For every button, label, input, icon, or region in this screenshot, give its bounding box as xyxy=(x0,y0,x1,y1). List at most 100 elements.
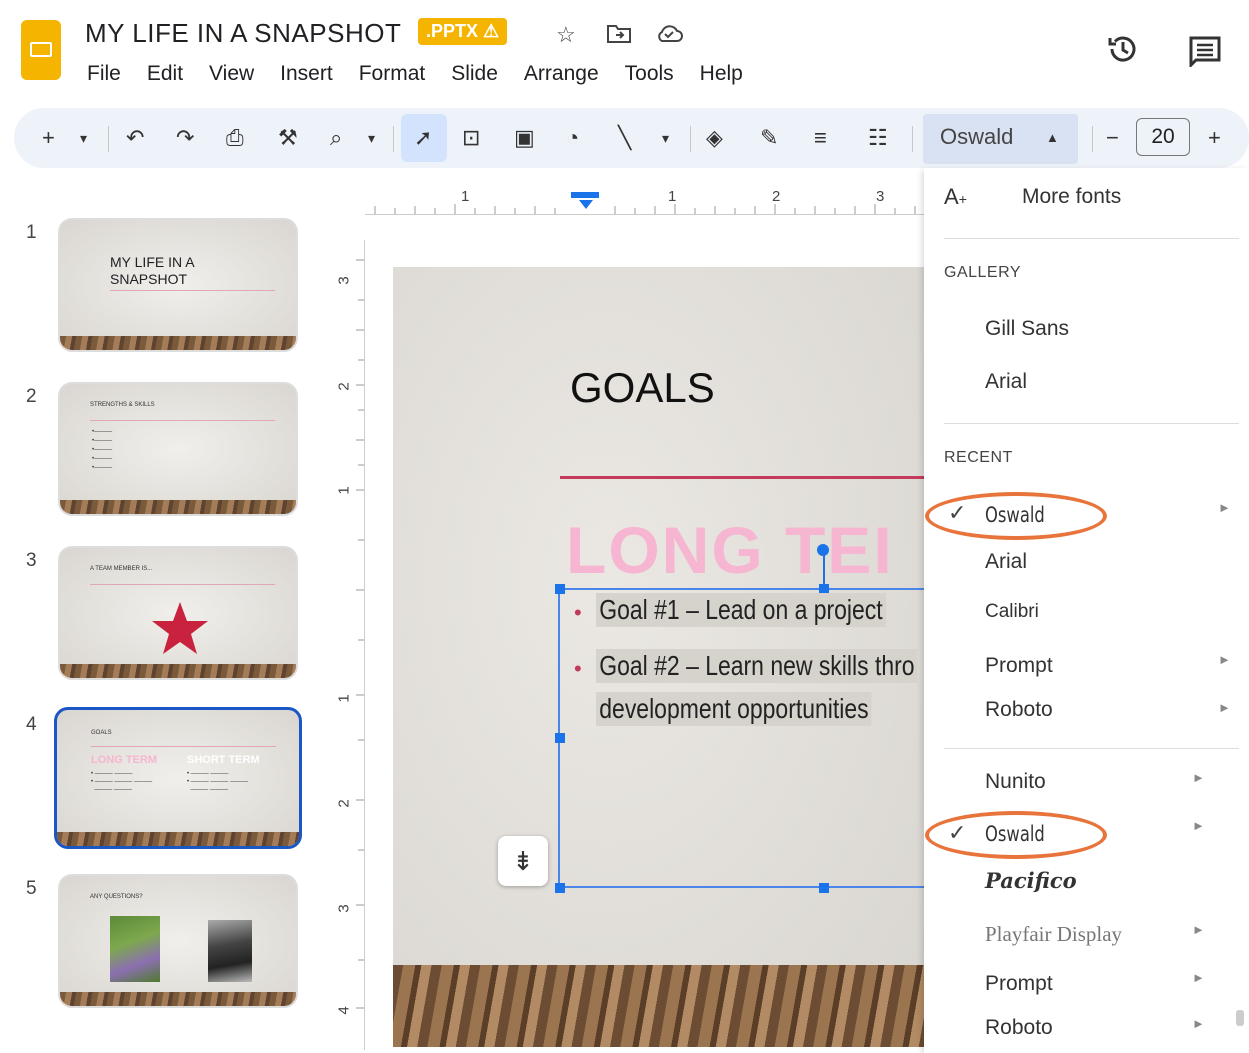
recent-font-prompt[interactable]: Prompt xyxy=(985,654,1053,678)
cloud-status-icon[interactable] xyxy=(654,22,684,50)
font-item-gill-sans[interactable]: Gill Sans xyxy=(985,317,1069,341)
toolbar-divider xyxy=(912,126,913,152)
undo-icon[interactable]: ↶ xyxy=(126,124,144,152)
border-weight-icon[interactable]: ≡ xyxy=(814,124,827,152)
bullet-goal-2-continued[interactable]: development opportunities xyxy=(596,692,872,726)
slide-number: 1 xyxy=(26,222,37,243)
bullet-goal-2[interactable]: Goal #2 – Learn new skills thro xyxy=(596,649,918,683)
menu-divider xyxy=(944,423,1239,424)
zoom-dropdown-icon[interactable]: ▾ xyxy=(368,124,375,152)
thumb-title: STRENGTHS & SKILLS xyxy=(90,402,155,408)
border-color-icon[interactable]: ✎ xyxy=(760,124,778,152)
thumb-floor xyxy=(60,664,296,678)
slide-thumbnail-3[interactable]: A TEAM MEMBER IS... xyxy=(58,546,298,680)
menu-insert[interactable]: Insert xyxy=(280,62,333,86)
recent-font-arial[interactable]: Arial xyxy=(985,550,1027,574)
bullet-goal-1[interactable]: Goal #1 – Lead on a project xyxy=(596,593,886,627)
thumb-floor xyxy=(57,832,299,846)
redo-icon[interactable]: ↷ xyxy=(176,124,194,152)
document-title[interactable]: MY LIFE IN A SNAPSHOT xyxy=(85,18,401,49)
font-item-prompt[interactable]: Prompt xyxy=(985,972,1053,996)
toolbar-divider xyxy=(108,126,109,152)
text-box-icon[interactable]: ⊡ xyxy=(462,124,480,152)
thumb-bullets-left: • ——— ——— • ——— ——— ——— ——— ——— xyxy=(91,771,153,793)
menu-divider xyxy=(944,748,1239,749)
slide-thumbnail-4[interactable]: GOALS LONG TERM SHORT TERM • ——— ——— • ——… xyxy=(54,707,302,849)
ruler-h-tick: 1 xyxy=(461,188,470,205)
selected-text-box[interactable] xyxy=(558,588,925,888)
menu-slide[interactable]: Slide xyxy=(451,62,498,86)
line-dropdown-icon[interactable]: ▾ xyxy=(662,124,669,152)
submenu-arrow-icon: ► xyxy=(1192,1016,1205,1031)
toolbar-divider xyxy=(393,126,394,152)
bullet-dot: • xyxy=(574,656,582,681)
font-item-nunito[interactable]: Nunito xyxy=(985,770,1046,794)
menu-divider xyxy=(944,238,1239,239)
slide-title-rule xyxy=(560,476,925,479)
version-history-icon[interactable] xyxy=(1106,32,1140,71)
menu-tools[interactable]: Tools xyxy=(625,62,674,86)
recent-heading: RECENT xyxy=(944,449,1013,466)
select-cursor-icon[interactable]: ➚ xyxy=(414,124,432,152)
fill-color-icon[interactable]: ◈ xyxy=(706,124,723,152)
menu-help[interactable]: Help xyxy=(700,62,743,86)
highlight-circle xyxy=(925,492,1107,540)
font-item-playfair-display[interactable]: Playfair Display xyxy=(985,922,1122,947)
increase-font-size-icon[interactable]: + xyxy=(1208,124,1221,152)
menu-view[interactable]: View xyxy=(209,62,254,86)
ruler-v-tick: 3 xyxy=(335,904,353,913)
menu-file[interactable]: File xyxy=(87,62,121,86)
resize-handle[interactable] xyxy=(555,883,565,893)
autofit-options-icon[interactable]: ⇟ xyxy=(498,836,548,886)
new-slide-dropdown-icon[interactable]: ▾ xyxy=(80,124,87,152)
line-icon[interactable]: ╲ xyxy=(618,124,631,152)
menu-edit[interactable]: Edit xyxy=(147,62,183,86)
paint-format-icon[interactable]: ⚒ xyxy=(278,124,298,152)
star-icon[interactable]: ☆ xyxy=(556,22,576,48)
zoom-icon[interactable]: ⌕ xyxy=(330,124,342,152)
font-item-arial[interactable]: Arial xyxy=(985,370,1027,394)
menu-format[interactable]: Format xyxy=(359,62,426,86)
resize-handle[interactable] xyxy=(555,733,565,743)
thumb-title: GOALS xyxy=(91,730,112,736)
font-item-roboto[interactable]: Roboto xyxy=(985,1016,1053,1040)
move-folder-icon[interactable] xyxy=(606,22,632,50)
slides-logo-icon[interactable] xyxy=(21,20,61,80)
font-dropdown-up-icon: ▲ xyxy=(1046,130,1059,145)
menu-bar: File Edit View Insert Format Slide Arran… xyxy=(87,62,769,86)
slide-thumbnail-1[interactable]: MY LIFE IN A SNAPSHOT xyxy=(58,218,298,352)
thumb-photo-plants xyxy=(110,916,160,982)
thumb-rule xyxy=(90,584,275,585)
recent-font-roboto[interactable]: Roboto xyxy=(985,698,1053,722)
toolbar-divider xyxy=(1092,126,1093,152)
thumb-bullets: •——— •——— •——— •——— •——— xyxy=(92,429,113,471)
star-shape-icon xyxy=(152,602,208,654)
rotate-handle[interactable] xyxy=(817,544,829,556)
horizontal-ruler: 1 1 2 3 xyxy=(365,188,925,215)
comments-icon[interactable] xyxy=(1188,35,1222,72)
more-fonts-item[interactable]: More fonts xyxy=(1022,185,1121,209)
thumb-floor xyxy=(60,336,296,350)
slide-thumbnail-2[interactable]: STRENGTHS & SKILLS •——— •——— •——— •——— •——— xyxy=(58,382,298,516)
menu-arrange[interactable]: Arrange xyxy=(524,62,599,86)
shape-icon[interactable]: ◔ xyxy=(566,124,579,152)
thumb-title: MY LIFE IN A SNAPSHOT xyxy=(110,254,194,287)
font-item-pacifico[interactable]: Pacifico xyxy=(985,868,1077,893)
slide-title[interactable]: GOALS xyxy=(570,364,715,412)
long-term-heading[interactable]: LONG TEI xyxy=(566,512,894,588)
submenu-arrow-icon: ► xyxy=(1218,652,1231,667)
submenu-arrow-icon: ► xyxy=(1218,500,1231,515)
resize-handle[interactable] xyxy=(819,883,829,893)
new-slide-plus-icon[interactable]: + xyxy=(42,124,55,152)
bullet-dot: • xyxy=(574,600,582,625)
slide-thumbnail-5[interactable]: ANY QUESTIONS? xyxy=(58,874,298,1008)
decrease-font-size-icon[interactable]: − xyxy=(1106,124,1119,152)
resize-handle[interactable] xyxy=(555,584,565,594)
print-icon[interactable]: ⎙ xyxy=(226,124,244,152)
menu-scrollbar[interactable] xyxy=(1236,1010,1244,1026)
recent-font-calibri[interactable]: Calibri xyxy=(985,601,1039,623)
image-icon[interactable]: ▣ xyxy=(514,124,535,152)
font-size-input[interactable]: 20 xyxy=(1136,118,1190,156)
border-dash-icon[interactable]: ☷ xyxy=(868,124,888,152)
thumb-title: A TEAM MEMBER IS... xyxy=(90,566,153,572)
